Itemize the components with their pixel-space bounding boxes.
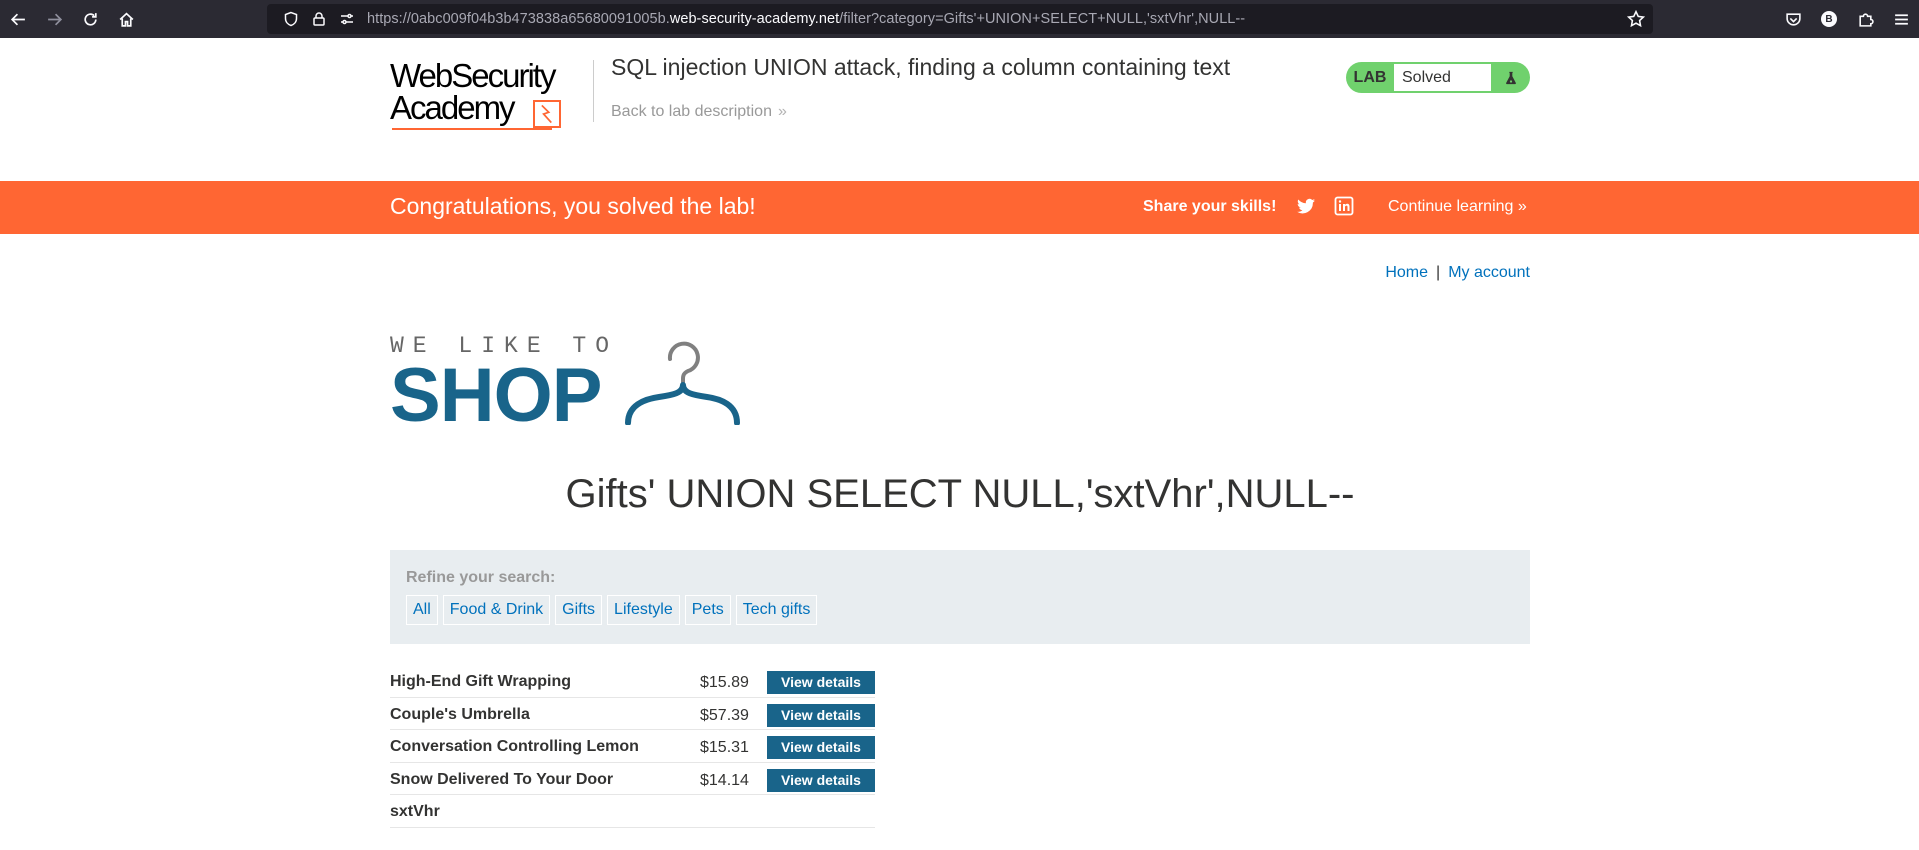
extensions-icon[interactable] [1847, 0, 1883, 38]
product-price: $57.39 [700, 706, 749, 724]
url-path: /filter?category=Gifts'+UNION+SELECT+NUL… [839, 11, 1246, 27]
account-nav: Home | My account [1385, 264, 1530, 282]
nav-separator: | [1436, 264, 1441, 281]
browser-toolbar: https://0abc009f04b3b473838a65680091005b… [0, 0, 1919, 38]
url-text[interactable]: https://0abc009f04b3b473838a65680091005b… [367, 11, 1245, 27]
hanger-icon [625, 341, 740, 425]
shop-brand: SHOP [390, 353, 602, 438]
home-icon[interactable] [108, 0, 144, 38]
shield-icon[interactable] [277, 4, 305, 34]
product-name: sxtVhr [390, 803, 440, 820]
home-link[interactable]: Home [1385, 264, 1428, 281]
continue-learning-link[interactable]: Continue learning » [1388, 198, 1527, 216]
product-price: $14.14 [700, 771, 749, 789]
filter-tech-gifts[interactable]: Tech gifts [735, 595, 818, 625]
permissions-icon[interactable] [333, 4, 361, 34]
table-row: Couple's Umbrella $57.39 View details [390, 698, 875, 730]
flask-icon [1491, 62, 1530, 93]
forward-icon[interactable] [36, 0, 72, 38]
view-details-button[interactable]: View details [767, 671, 875, 694]
my-account-link[interactable]: My account [1448, 264, 1530, 281]
view-details-button[interactable]: View details [767, 768, 875, 792]
continue-learning-label: Continue learning [1388, 198, 1514, 215]
table-row: sxtVhr [390, 795, 875, 828]
header-divider [593, 60, 594, 122]
double-chevron-right-icon: » [1517, 198, 1527, 215]
logo-line-1: WebSecurity [390, 57, 556, 94]
lab-title: SQL injection UNION attack, finding a co… [611, 54, 1231, 80]
product-name: High-End Gift Wrapping [390, 673, 572, 690]
product-price: $15.89 [700, 674, 749, 691]
url-host: web-security-academy.net [669, 11, 840, 27]
pocket-icon[interactable] [1775, 0, 1811, 38]
bookmark-star-icon[interactable] [1626, 9, 1646, 28]
view-details-button[interactable]: View details [767, 703, 875, 727]
table-row: High-End Gift Wrapping $15.89 View detai… [390, 665, 875, 698]
url-prefix: https://0abc009f04b3b473838a65680091005b… [367, 11, 670, 27]
product-name: Conversation Controlling Lemon [390, 738, 639, 755]
share-skills-label: Share your skills! [1143, 198, 1277, 215]
table-row: Conversation Controlling Lemon $15.31 Vi… [390, 730, 875, 763]
web-security-academy-logo[interactable]: WebSecurity Academy [390, 57, 575, 132]
menu-icon[interactable] [1883, 0, 1919, 38]
back-icon[interactable] [0, 0, 36, 38]
table-row: Snow Delivered To Your Door $14.14 View … [390, 763, 875, 795]
url-bar[interactable]: https://0abc009f04b3b473838a65680091005b… [267, 4, 1653, 34]
logo-mark-icon [533, 100, 561, 128]
reload-icon[interactable] [72, 0, 108, 38]
twitter-icon[interactable] [1296, 196, 1316, 216]
refine-search-label: Refine your search: [406, 569, 556, 586]
lab-status-value: Solved [1394, 64, 1491, 91]
product-name: Couple's Umbrella [390, 705, 530, 723]
back-to-lab-description-link[interactable]: Back to lab description » [611, 103, 787, 121]
back-link-label: Back to lab description [611, 103, 772, 120]
filter-pets[interactable]: Pets [684, 595, 731, 625]
lock-icon[interactable] [305, 4, 333, 34]
view-details-button[interactable]: View details [767, 736, 875, 759]
profile-initial: B [1821, 11, 1837, 27]
congratulations-message: Congratulations, you solved the lab! [390, 193, 756, 219]
logo-underline [392, 128, 552, 130]
product-price: $15.31 [700, 739, 749, 756]
filter-all[interactable]: All [406, 595, 438, 625]
solved-banner: Congratulations, you solved the lab! Sha… [0, 181, 1919, 234]
filter-gifts[interactable]: Gifts [555, 595, 603, 625]
product-table: High-End Gift Wrapping $15.89 View detai… [390, 665, 875, 828]
page-title: Gifts' UNION SELECT NULL,'sxtVhr',NULL-- [565, 472, 1355, 516]
linkedin-icon[interactable] [1334, 196, 1354, 216]
lab-status-label: LAB [1353, 68, 1387, 86]
profile-avatar[interactable]: B [1811, 0, 1847, 38]
filter-lifestyle[interactable]: Lifestyle [607, 595, 680, 625]
filter-food-drink[interactable]: Food & Drink [442, 595, 551, 625]
product-name: Snow Delivered To Your Door [390, 770, 614, 788]
refine-search-panel: Refine your search: All Food & Drink Gif… [390, 550, 1530, 644]
double-chevron-right-icon: » [777, 103, 787, 120]
we-like-to-shop-logo: WE LIKE TO SHOP [390, 335, 750, 435]
lab-status-badge: LAB Solved [1346, 62, 1530, 93]
